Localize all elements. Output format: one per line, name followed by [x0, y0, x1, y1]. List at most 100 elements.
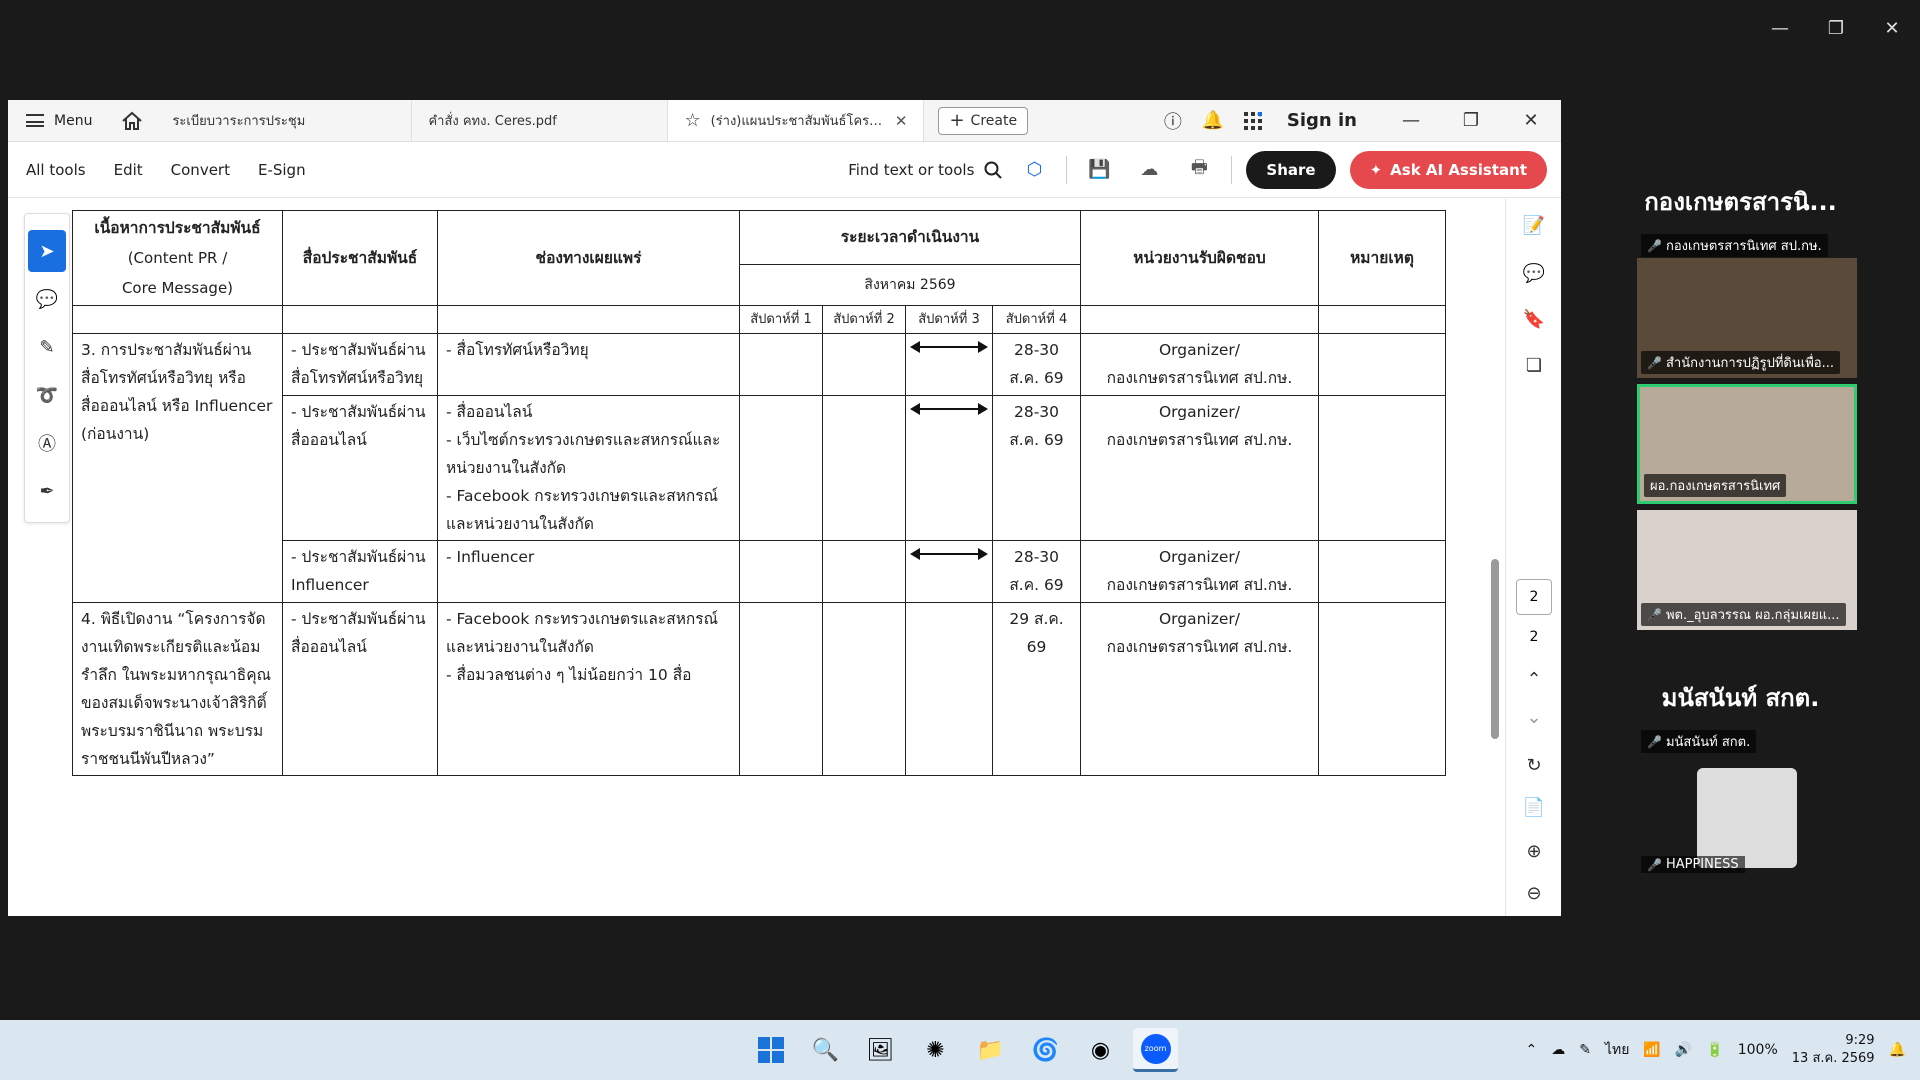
- file-explorer-icon[interactable]: 📁: [968, 1028, 1013, 1072]
- clock[interactable]: 9:29 13 ส.ค. 2569: [1792, 1032, 1875, 1068]
- vertical-scrollbar[interactable]: [1491, 559, 1499, 739]
- chevron-up-icon[interactable]: ⌃: [1525, 1042, 1537, 1058]
- draw-lasso-icon[interactable]: ➰: [28, 374, 66, 416]
- esign-menu[interactable]: E-Sign: [258, 161, 306, 179]
- volume-icon[interactable]: 🔊: [1675, 1042, 1692, 1058]
- comments-panel-icon[interactable]: 💬: [1506, 263, 1562, 284]
- close-icon[interactable]: ✕: [1501, 100, 1561, 141]
- main-toolbar: All tools Edit Convert E-Sign Find text …: [8, 142, 1561, 198]
- windows-taskbar: 🔍 🖼 ✺ 📁 🌀 ◉ zoom ⌃ ☁ ✎ ไทย 📶 🔊 🔋 100% 9:…: [0, 1020, 1920, 1080]
- notification-icon[interactable]: 🔔: [1889, 1042, 1906, 1058]
- bell-icon[interactable]: 🔔: [1193, 110, 1233, 131]
- header-content: เนื้อหาการประชาสัมพันธ์ (Content PR / Co…: [72, 210, 283, 306]
- header-period: ระยะเวลาดำเนินงาน: [739, 210, 1081, 265]
- battery-icon[interactable]: 🔋: [1706, 1042, 1723, 1058]
- convert-menu[interactable]: Convert: [171, 161, 230, 179]
- apps-grid-icon[interactable]: [1233, 111, 1273, 130]
- edit-pdf-icon[interactable]: 📝: [1506, 215, 1562, 236]
- search-icon[interactable]: 🔍: [803, 1028, 848, 1072]
- close-tab-icon[interactable]: ✕: [895, 112, 908, 130]
- restore-icon[interactable]: ❐: [1441, 100, 1501, 141]
- copilot-icon[interactable]: ✺: [913, 1028, 958, 1072]
- video-tile[interactable]: 🎤 สำนักงานการปฏิรูปที่ดินเพื่อ...: [1637, 258, 1857, 378]
- zoom-out-icon[interactable]: ⊖: [1506, 883, 1562, 904]
- system-tray: ⌃ ☁ ✎ ไทย 📶 🔊 🔋 100% 9:29 13 ส.ค. 2569 🔔: [1525, 1020, 1906, 1080]
- cell-week4: 28-30 ส.ค. 69: [992, 395, 1081, 541]
- print-icon[interactable]: 🖶: [1181, 152, 1217, 188]
- zoom-participants-panel: กองเกษตรสารนิ... 🎤 กองเกษตรสารนิเทศ สป.กษ…: [1561, 100, 1920, 916]
- home-button[interactable]: [108, 100, 156, 141]
- star-icon[interactable]: ☆: [684, 110, 700, 131]
- windows-start-icon[interactable]: [748, 1028, 793, 1072]
- cell-media: - ประชาสัมพันธ์ผ่าน Influencer: [282, 540, 438, 603]
- cell-responsible: Organizer/ กองเกษตรสารนิเทศ สป.กษ.: [1080, 395, 1319, 541]
- widgets-icon[interactable]: 🖼: [858, 1028, 903, 1072]
- edit-menu[interactable]: Edit: [114, 161, 143, 179]
- participant-avatar[interactable]: [1697, 768, 1797, 868]
- tab-agenda[interactable]: ระเบียบวาระการประชุม: [156, 100, 413, 141]
- tab-pr-plan[interactable]: ☆ (ร่าง)แผนประชาสัมพันธ์โครงกา... ✕: [668, 100, 925, 141]
- battery-percent: 100%: [1737, 1042, 1778, 1058]
- help-icon[interactable]: ⓘ: [1153, 108, 1193, 134]
- timeline-arrow: [905, 333, 993, 396]
- cell-media: - ประชาสัมพันธ์ผ่าน สื่อออนไลน์: [282, 395, 438, 541]
- highlight-pen-icon[interactable]: ✎: [28, 326, 66, 368]
- find-tools-button[interactable]: Find text or tools: [848, 161, 1003, 179]
- header-responsible: หน่วยงานรับผิดชอบ: [1080, 210, 1319, 306]
- select-arrow-icon[interactable]: ➤: [28, 230, 66, 272]
- zoom-in-icon[interactable]: ⊕: [1506, 841, 1562, 862]
- video-tile[interactable]: 🎤 พต._อุบลวรรณ ผอ.กลุ่มเผยแ...: [1637, 510, 1857, 630]
- ask-ai-button[interactable]: ✦ Ask AI Assistant: [1349, 150, 1547, 189]
- cell-content: 4. พิธีเปิดงาน “โครงการจัด งานเทิดพระเกี…: [72, 602, 283, 776]
- header-week-2: สัปดาห์ที่ 2: [822, 305, 906, 334]
- text-box-icon[interactable]: Ⓐ: [28, 422, 66, 464]
- mic-off-icon: 🎤: [1647, 607, 1662, 622]
- wifi-icon[interactable]: 📶: [1643, 1042, 1660, 1058]
- onedrive-icon[interactable]: ☁: [1551, 1042, 1565, 1058]
- quick-tools-bar: ➤ 💬 ✎ ➰ Ⓐ ✒: [24, 213, 70, 523]
- sign-in-link[interactable]: Sign in: [1287, 110, 1357, 131]
- save-icon[interactable]: 💾: [1081, 152, 1117, 188]
- participant-name: 🎤 มนัสนันท์ สกต.: [1641, 730, 1757, 753]
- timeline-arrow: [905, 395, 993, 541]
- zoom-app-icon[interactable]: zoom: [1133, 1028, 1178, 1072]
- comment-icon[interactable]: 💬: [28, 278, 66, 320]
- tab-bar: Menu ระเบียบวาระการประชุม คำสั่ง คทง. Ce…: [8, 100, 1561, 142]
- chevron-up-icon[interactable]: ⌃: [1506, 669, 1562, 690]
- cell-week4: 29 ส.ค. 69: [992, 602, 1081, 776]
- cell-week4: 28-30 ส.ค. 69: [992, 333, 1081, 396]
- pr-plan-table: เนื้อหาการประชาสัมพันธ์ (Content PR / Co…: [72, 210, 1446, 776]
- rotate-icon[interactable]: ↻: [1506, 755, 1562, 776]
- mic-off-icon: 🎤: [1647, 238, 1662, 253]
- page-number-input[interactable]: 2: [1516, 579, 1552, 615]
- create-button[interactable]: + Create: [938, 106, 1029, 135]
- table-row: 3. การประชาสัมพันธ์ผ่าน สื่อโทรทัศน์หรือ…: [72, 333, 1446, 603]
- page-display-icon[interactable]: 📄: [1506, 797, 1562, 818]
- cell-media: - ประชาสัมพันธ์ผ่าน สื่อโทรทัศน์หรือวิทย…: [282, 333, 438, 396]
- share-button[interactable]: Share: [1246, 150, 1336, 189]
- bookmarks-icon[interactable]: 🔖: [1506, 309, 1562, 330]
- menu-button[interactable]: Menu: [8, 100, 108, 141]
- chrome-icon[interactable]: ◉: [1078, 1028, 1123, 1072]
- cell-media: - ประชาสัมพันธ์ผ่าน สื่อออนไลน์: [282, 602, 438, 776]
- upload-cloud-icon[interactable]: ☁: [1131, 152, 1167, 188]
- pen-icon[interactable]: ✎: [1579, 1042, 1591, 1058]
- chevron-down-icon[interactable]: ⌄: [1506, 707, 1562, 728]
- hamburger-icon: [26, 114, 44, 127]
- close-icon[interactable]: ✕: [1864, 0, 1920, 56]
- language-indicator[interactable]: ไทย: [1605, 1039, 1629, 1061]
- pages-icon[interactable]: ❏: [1506, 355, 1562, 376]
- sign-pen-icon[interactable]: ✒: [28, 470, 66, 512]
- header-channel: ช่องทางเผยแพร่: [437, 210, 740, 306]
- all-tools-menu[interactable]: All tools: [26, 161, 86, 179]
- restore-icon[interactable]: ❐: [1808, 0, 1864, 56]
- ai-shapes-icon[interactable]: ⬡: [1016, 152, 1052, 188]
- video-tile-active-speaker[interactable]: ผอ.กองเกษตรสารนิเทศ: [1637, 384, 1857, 504]
- tab-ceres[interactable]: คำสั่ง คทง. Ceres.pdf: [412, 100, 669, 141]
- minimize-icon[interactable]: —: [1381, 100, 1441, 141]
- edge-icon[interactable]: 🌀: [1023, 1028, 1068, 1072]
- ai-assistant-icon: ✦: [1369, 160, 1383, 179]
- minimize-icon[interactable]: —: [1752, 0, 1808, 56]
- cell-channel: - สื่อออนไลน์ - เว็บไซต์กระทรวงเกษตรและส…: [437, 395, 740, 541]
- header-week-4: สัปดาห์ที่ 4: [992, 305, 1081, 334]
